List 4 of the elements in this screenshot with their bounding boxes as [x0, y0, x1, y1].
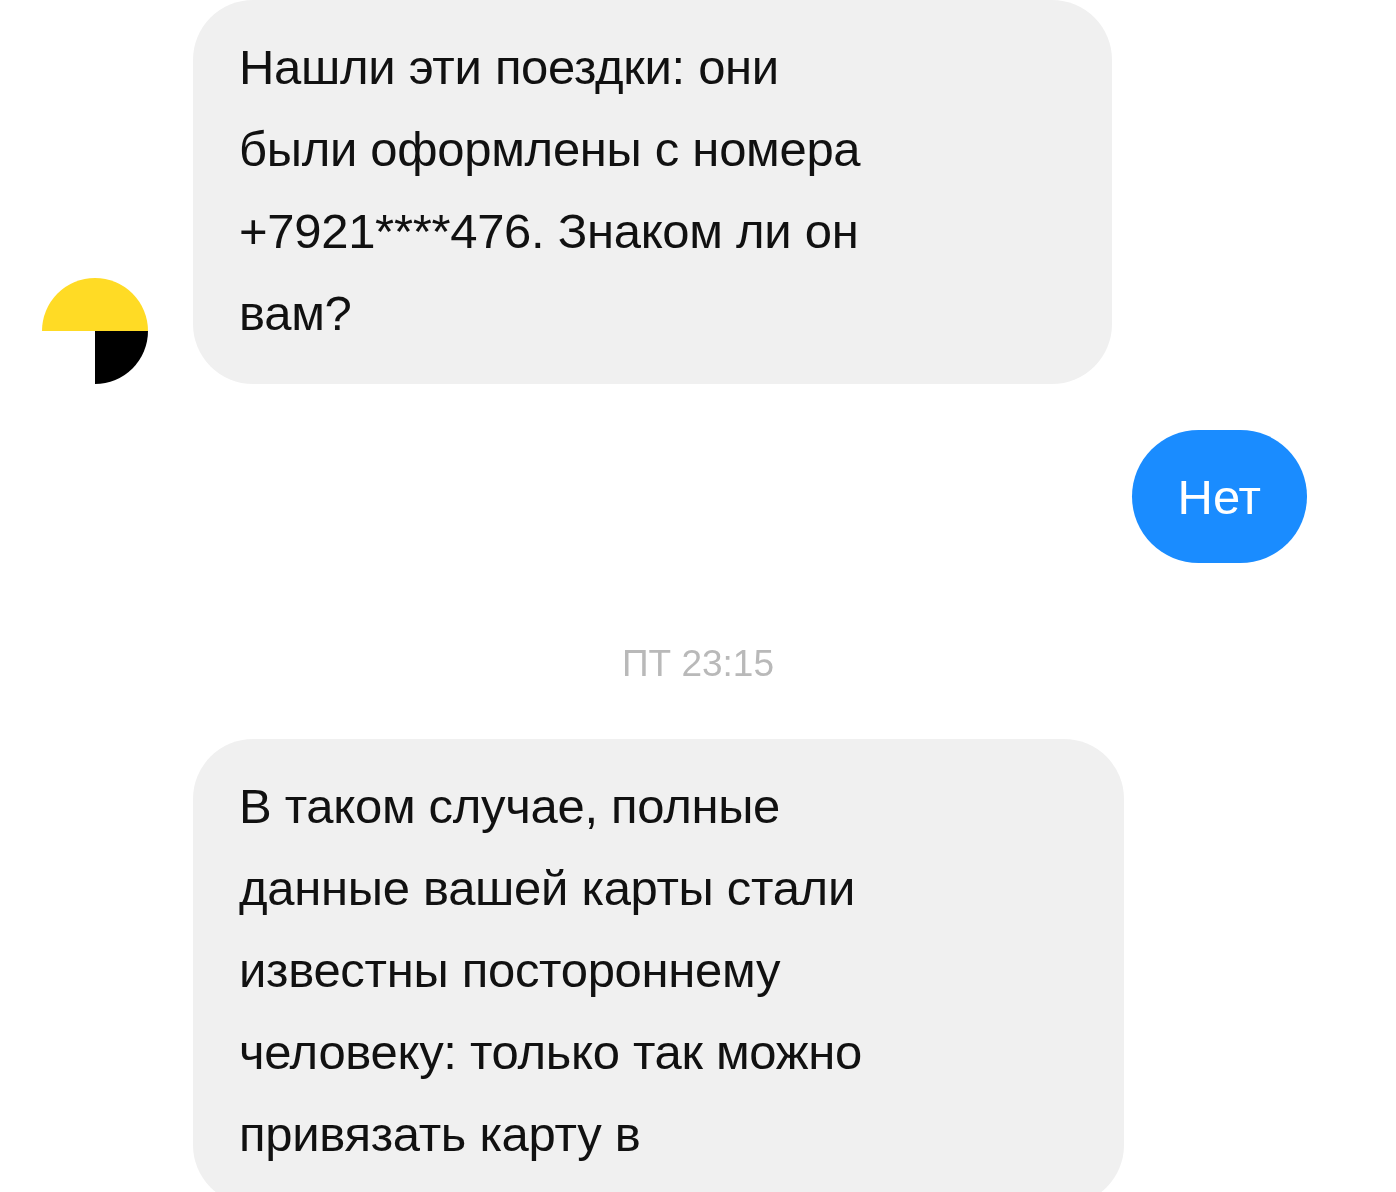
message-bubble: Нашли эти поездки: они были оформлены с номера +7921****476. Знаком ли он вам? — [193, 0, 1112, 384]
message-bubble: В таком случае, полные данные вашей карты стали известны постороннему человеку: только так можно привязать карту в — [193, 739, 1124, 1192]
message-bubble: Нет — [1131, 430, 1307, 563]
timestamp: ПТ 23:15 — [621, 643, 775, 685]
